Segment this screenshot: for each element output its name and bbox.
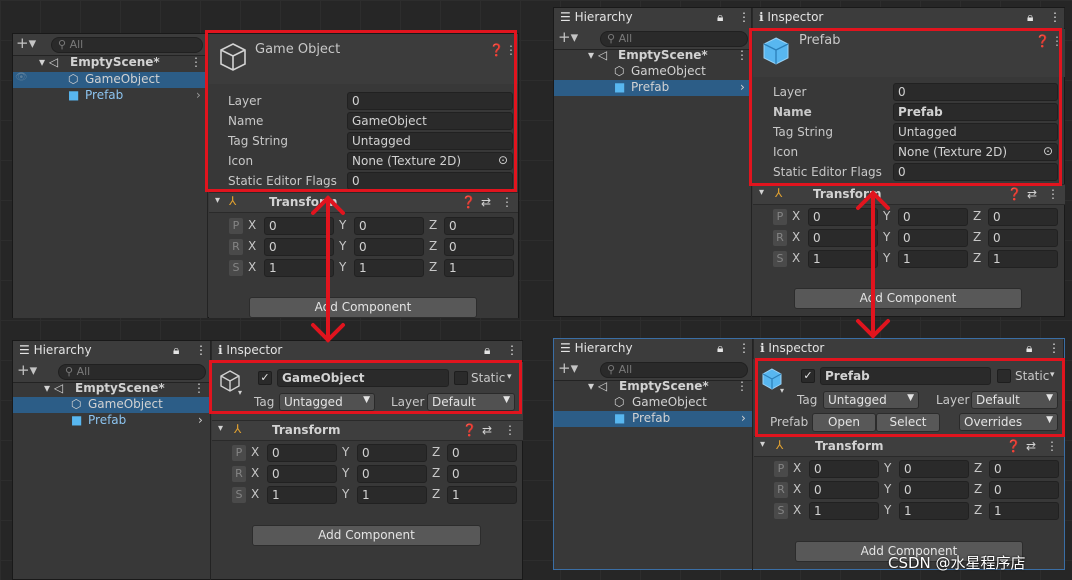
double-arrow-left [311,190,890,343]
watermark: CSDN @水星程序店 [888,554,1026,572]
